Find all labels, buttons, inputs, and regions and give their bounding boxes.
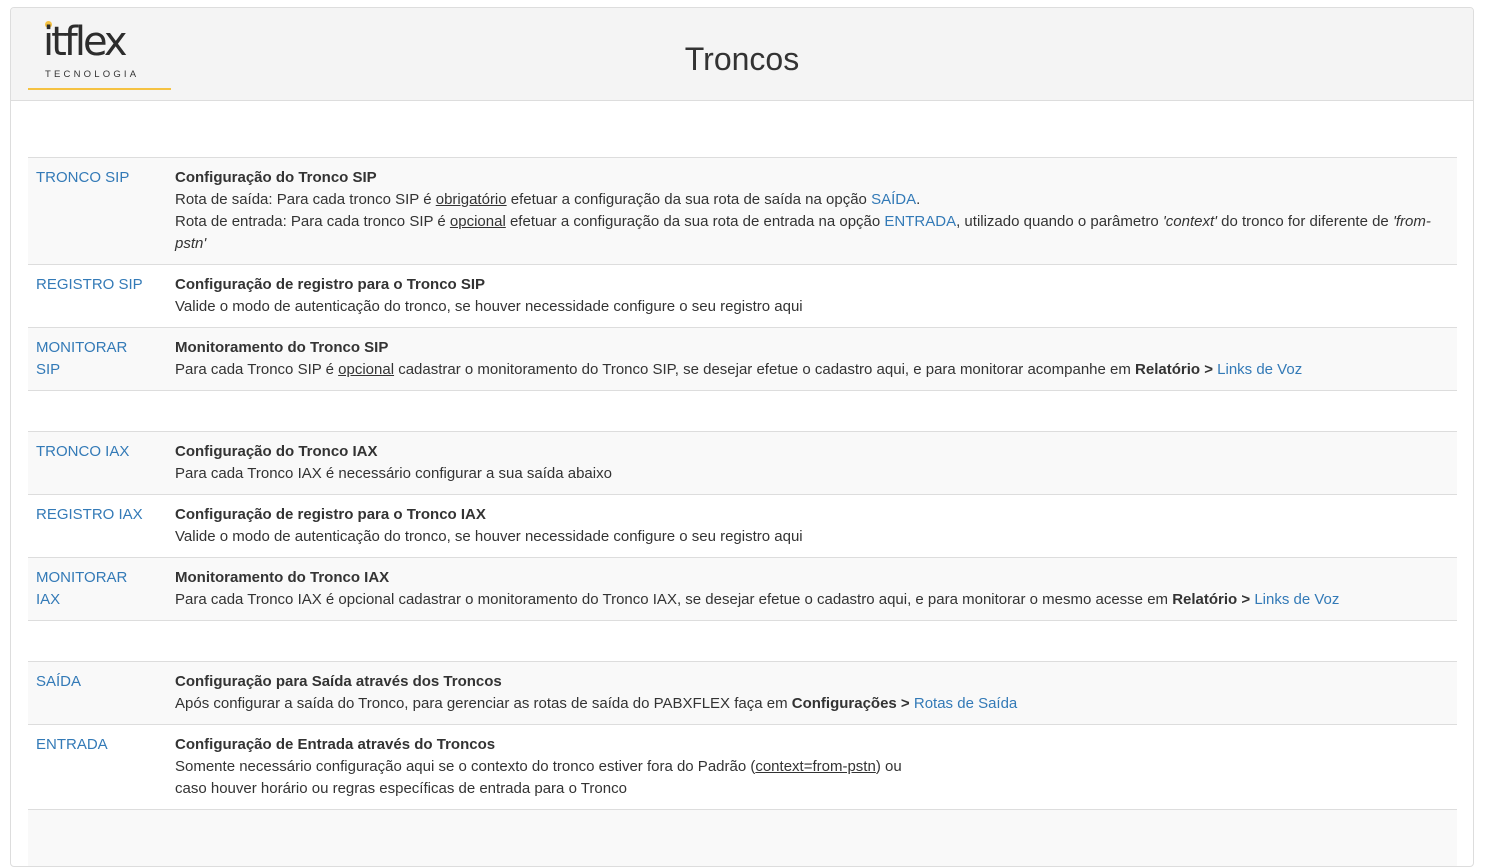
page-header: itflex TECNOLOGIA Troncos [11, 8, 1473, 101]
row-description: Somente necessário configuração aqui se … [175, 756, 1449, 778]
row-title: Configuração de registro para o Tronco S… [175, 274, 1449, 296]
row-description: Para cada Tronco IAX é necessário config… [175, 463, 1449, 485]
table-row: MONITORARIAX Monitoramento do Tronco IAX… [28, 558, 1457, 621]
row-description: caso houver horário ou regras específica… [175, 778, 1449, 800]
row-title: Configuração de registro para o Tronco I… [175, 504, 1449, 526]
link-saida-inline[interactable]: SAÍDA [871, 191, 916, 208]
table-row: TRONCO IAX Configuração do Tronco IAX Pa… [28, 432, 1457, 495]
table-row: MONITORARSIP Monitoramento do Tronco SIP… [28, 328, 1457, 391]
row-title: Configuração do Tronco SIP [175, 167, 1449, 189]
row-title: Configuração de Entrada através do Tronc… [175, 734, 1449, 756]
table-row: TRONCO SIP Configuração do Tronco SIP Ro… [28, 158, 1457, 265]
link-tronco-iax[interactable]: TRONCO IAX [36, 443, 129, 460]
table-row: SAÍDA Configuração para Saída através do… [28, 662, 1457, 725]
row-title: Monitoramento do Tronco IAX [175, 567, 1449, 589]
row-description: Valide o modo de autenticação do tronco,… [175, 526, 1449, 548]
link-registro-iax[interactable]: REGISTRO IAX [36, 506, 143, 523]
link-monitorar-sip[interactable]: MONITORARSIP [36, 339, 127, 378]
row-description: Para cada Tronco SIP é opcional cadastra… [175, 359, 1449, 381]
row-description: Valide o modo de autenticação do tronco,… [175, 296, 1449, 318]
row-title: Monitoramento do Tronco SIP [175, 337, 1449, 359]
table-row: ENTRADA Configuração de Entrada através … [28, 725, 1457, 810]
row-description: Para cada Tronco IAX é opcional cadastra… [175, 589, 1449, 611]
table-row-empty [28, 810, 1457, 867]
link-links-de-voz[interactable]: Links de Voz [1217, 361, 1302, 378]
section-spacer [28, 391, 1457, 432]
link-entrada-inline[interactable]: ENTRADA [884, 213, 956, 230]
row-description: Rota de entrada: Para cada tronco SIP é … [175, 211, 1449, 255]
link-links-de-voz[interactable]: Links de Voz [1254, 591, 1339, 608]
link-saida[interactable]: SAÍDA [36, 673, 81, 690]
table-row: REGISTRO SIP Configuração de registro pa… [28, 265, 1457, 328]
link-entrada[interactable]: ENTRADA [36, 736, 108, 753]
row-description: Rota de saída: Para cada tronco SIP é ob… [175, 189, 1449, 211]
row-title: Configuração do Tronco IAX [175, 441, 1449, 463]
troncos-panel: itflex TECNOLOGIA Troncos TRONCO SIP Con… [10, 7, 1474, 867]
link-tronco-sip[interactable]: TRONCO SIP [36, 169, 129, 186]
link-monitorar-iax[interactable]: MONITORARIAX [36, 569, 127, 608]
section-spacer [28, 621, 1457, 662]
page-title: Troncos [11, 40, 1473, 78]
link-rotas-de-saida[interactable]: Rotas de Saída [914, 695, 1017, 712]
row-description: Após configurar a saída do Tronco, para … [175, 693, 1449, 715]
troncos-table: TRONCO SIP Configuração do Tronco SIP Ro… [28, 157, 1457, 867]
row-title: Configuração para Saída através dos Tron… [175, 671, 1449, 693]
table-row: REGISTRO IAX Configuração de registro pa… [28, 495, 1457, 558]
link-registro-sip[interactable]: REGISTRO SIP [36, 276, 143, 293]
